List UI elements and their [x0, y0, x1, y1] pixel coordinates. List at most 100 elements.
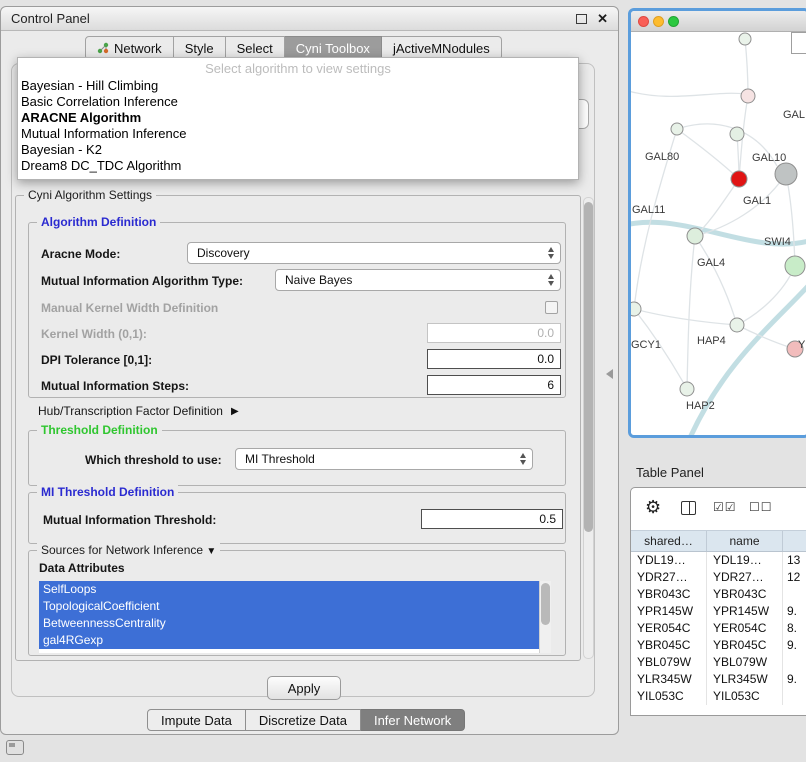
table-cell[interactable]: YBR045C: [631, 637, 707, 654]
network-window-titlebar[interactable]: [631, 11, 806, 32]
table-cell[interactable]: YLR345W: [707, 671, 783, 688]
mi-steps-field[interactable]: 6: [427, 375, 561, 395]
which-threshold-combo[interactable]: MI Threshold: [235, 448, 533, 470]
algorithm-option[interactable]: Mutual Information Inference: [18, 126, 578, 142]
table-cell[interactable]: YDR27…: [631, 569, 707, 586]
table-cell[interactable]: YDL19…: [707, 552, 783, 569]
table-cell[interactable]: 9.: [783, 603, 806, 620]
kernel-width-field[interactable]: 0.0: [427, 323, 561, 343]
mi-algorithm-type-combo[interactable]: Naive Bayes: [275, 269, 561, 291]
close-icon[interactable]: ✕: [597, 12, 608, 26]
manual-kernel-width-checkbox[interactable]: [545, 301, 558, 314]
algorithm-option[interactable]: Bayesian - K2: [18, 142, 578, 158]
control-panel-title: Control Panel: [11, 11, 576, 26]
hub-transcription-factor-toggle[interactable]: Hub/Transcription Factor Definition ▶: [38, 404, 239, 418]
table-cell[interactable]: [783, 654, 806, 671]
column-header[interactable]: [783, 531, 806, 551]
network-canvas[interactable]: GALGAL80GAL10GAL11GAL1SWI4GAL4GCY1HAP4YH…: [631, 32, 806, 435]
table-cell[interactable]: 13: [783, 552, 806, 569]
network-node[interactable]: [785, 256, 805, 276]
algorithm-option[interactable]: Bayesian - Hill Climbing: [18, 78, 578, 94]
table-cell[interactable]: YBL079W: [707, 654, 783, 671]
algorithm-option[interactable]: Dream8 DC_TDC Algorithm: [18, 158, 578, 174]
table-row[interactable]: YBL079WYBL079W: [631, 654, 806, 671]
sources-title-label: Sources for Network Inference: [41, 543, 203, 557]
close-traffic-light-icon[interactable]: [638, 16, 649, 27]
network-node[interactable]: [680, 382, 694, 396]
attribute-list-item[interactable]: SelfLoops: [39, 581, 551, 598]
node-label: GAL4: [697, 257, 725, 269]
table-row[interactable]: YDL19…YDL19…13: [631, 552, 806, 569]
table-cell[interactable]: YBR043C: [631, 586, 707, 603]
table-cell[interactable]: YIL053C: [707, 688, 783, 705]
table-row[interactable]: YER054CYER054C8.: [631, 620, 806, 637]
algorithm-definition-title: Algorithm Definition: [37, 215, 160, 229]
table-cell[interactable]: 9.: [783, 637, 806, 654]
table-cell[interactable]: 8.: [783, 620, 806, 637]
column-selector-icon[interactable]: [681, 501, 696, 515]
data-attributes-list[interactable]: SelfLoopsTopologicalCoefficientBetweenne…: [39, 581, 551, 653]
network-node[interactable]: [731, 171, 747, 187]
tab-infer-network[interactable]: Infer Network: [361, 709, 465, 731]
table-cell[interactable]: [783, 688, 806, 705]
table-cell[interactable]: 9.: [783, 671, 806, 688]
control-panel-window: Control Panel ✕ Network Style Select Cyn…: [0, 6, 619, 735]
attribute-list-item[interactable]: gal4RGexp: [39, 632, 551, 649]
minimize-traffic-light-icon[interactable]: [653, 16, 664, 27]
node-label: GAL10: [752, 152, 786, 164]
canvas-corner-box: [791, 32, 806, 54]
network-node[interactable]: [687, 228, 703, 244]
settings-scrollbar[interactable]: [583, 197, 594, 659]
table-cell[interactable]: YLR345W: [631, 671, 707, 688]
table-row[interactable]: YDR27…YDR27…12: [631, 569, 806, 586]
table-row[interactable]: YBR043CYBR043C: [631, 586, 806, 603]
zoom-traffic-light-icon[interactable]: [668, 16, 679, 27]
tab-impute-data[interactable]: Impute Data: [147, 709, 246, 731]
table-cell[interactable]: YIL053C: [631, 688, 707, 705]
table-toolbar: ⚙ ☑☑ ☐☐: [631, 488, 806, 530]
table-cell[interactable]: YDR27…: [707, 569, 783, 586]
table-cell[interactable]: YER054C: [631, 620, 707, 637]
table-row[interactable]: YIL053CYIL053C: [631, 688, 806, 705]
aracne-mode-combo[interactable]: Discovery: [187, 242, 561, 264]
table-cell[interactable]: YBR045C: [707, 637, 783, 654]
table-cell[interactable]: YBL079W: [631, 654, 707, 671]
network-node[interactable]: [775, 163, 797, 185]
node-label: Y: [798, 339, 806, 351]
tab-discretize-data[interactable]: Discretize Data: [246, 709, 361, 731]
column-header[interactable]: shared…: [631, 531, 707, 551]
mi-threshold-field[interactable]: 0.5: [421, 509, 563, 529]
table-cell[interactable]: YPR145W: [631, 603, 707, 620]
network-node[interactable]: [671, 123, 683, 135]
attribute-list-item[interactable]: BetweennessCentrality: [39, 615, 551, 632]
dpi-tolerance-field[interactable]: 0.0: [427, 349, 561, 369]
table-cell[interactable]: YER054C: [707, 620, 783, 637]
network-graph[interactable]: GALGAL80GAL10GAL11GAL1SWI4GAL4GCY1HAP4YH…: [631, 32, 806, 438]
deselect-all-checkboxes-icon[interactable]: ☐☐: [749, 500, 773, 514]
network-node[interactable]: [730, 318, 744, 332]
float-window-icon[interactable]: [576, 14, 587, 24]
table-cell[interactable]: YDL19…: [631, 552, 707, 569]
algorithm-option[interactable]: ARACNE Algorithm: [18, 110, 578, 126]
network-node[interactable]: [631, 302, 641, 316]
attributes-list-scrollbar[interactable]: [539, 581, 551, 653]
select-all-checkboxes-icon[interactable]: ☑☑: [713, 500, 737, 514]
algorithm-option[interactable]: Basic Correlation Inference: [18, 94, 578, 110]
table-row[interactable]: YLR345WYLR345W9.: [631, 671, 806, 688]
attribute-list-item[interactable]: TopologicalCoefficient: [39, 598, 551, 615]
network-node[interactable]: [739, 33, 751, 45]
table-cell[interactable]: YPR145W: [707, 603, 783, 620]
network-node[interactable]: [730, 127, 744, 141]
gear-icon[interactable]: ⚙: [645, 497, 661, 517]
table-row[interactable]: YPR145WYPR145W9.: [631, 603, 806, 620]
table-cell[interactable]: YBR043C: [707, 586, 783, 603]
table-cell[interactable]: 12: [783, 569, 806, 586]
table-row[interactable]: YBR045CYBR045C9.: [631, 637, 806, 654]
minimized-panel-icon[interactable]: [6, 740, 24, 755]
panel-splitter-arrow-icon[interactable]: [606, 369, 613, 379]
apply-button[interactable]: Apply: [267, 676, 341, 700]
column-header[interactable]: name: [707, 531, 783, 551]
algorithm-dropdown-list: Bayesian - Hill ClimbingBasic Correlatio…: [18, 78, 578, 174]
network-node[interactable]: [741, 89, 755, 103]
table-cell[interactable]: [783, 586, 806, 603]
